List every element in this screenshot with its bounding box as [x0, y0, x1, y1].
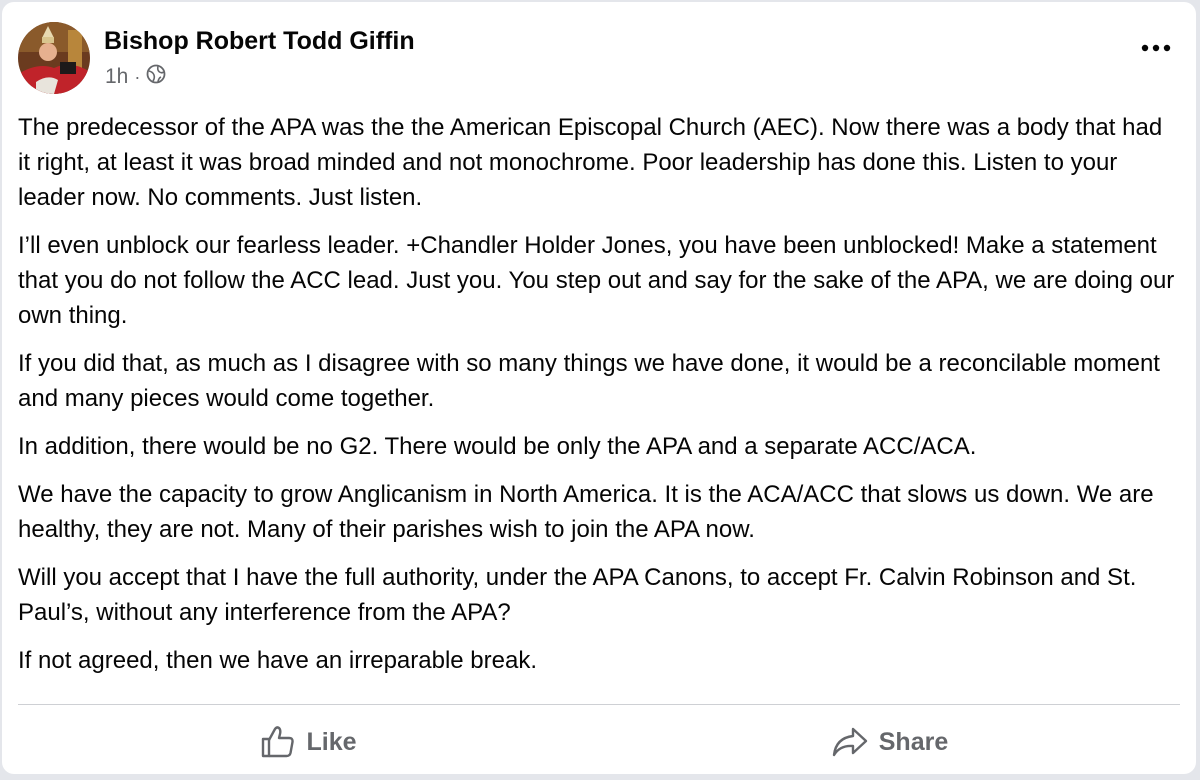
author-name[interactable]: Bishop Robert Todd Giffin [104, 27, 415, 56]
post-actions: Like Share [18, 714, 1180, 770]
more-options-icon[interactable] [1138, 38, 1174, 58]
thumbs-up-icon [260, 725, 296, 759]
post-paragraph: I’ll even unblock our fearless leader. +… [18, 232, 1175, 329]
post-card: Bishop Robert Todd Giffin 1h · The prede… [2, 2, 1196, 774]
like-label: Like [306, 727, 357, 756]
post-paragraph: Will you accept that I have the full aut… [18, 564, 1137, 626]
post-paragraph: The predecessor of the APA was the the A… [18, 114, 1163, 211]
post-paragraph: If not agreed, then we have an irreparab… [18, 647, 537, 674]
post-paragraph: If you did that, as much as I disagree w… [18, 350, 1160, 412]
meta-separator: · [134, 66, 141, 87]
actions-divider [18, 704, 1180, 705]
post-paragraph: In addition, there would be no G2. There… [18, 433, 977, 460]
post-meta: 1h · [105, 64, 166, 90]
share-arrow-icon [831, 726, 869, 758]
share-label: Share [878, 727, 949, 756]
post-body: The predecessor of the APA was the the A… [18, 110, 1178, 691]
like-button[interactable]: Like [18, 714, 599, 770]
globe-icon[interactable] [146, 64, 166, 90]
post-paragraph: We have the capacity to grow Anglicanism… [18, 481, 1154, 543]
share-button[interactable]: Share [599, 714, 1180, 770]
post-timestamp[interactable]: 1h [105, 65, 128, 89]
avatar[interactable] [18, 22, 90, 94]
